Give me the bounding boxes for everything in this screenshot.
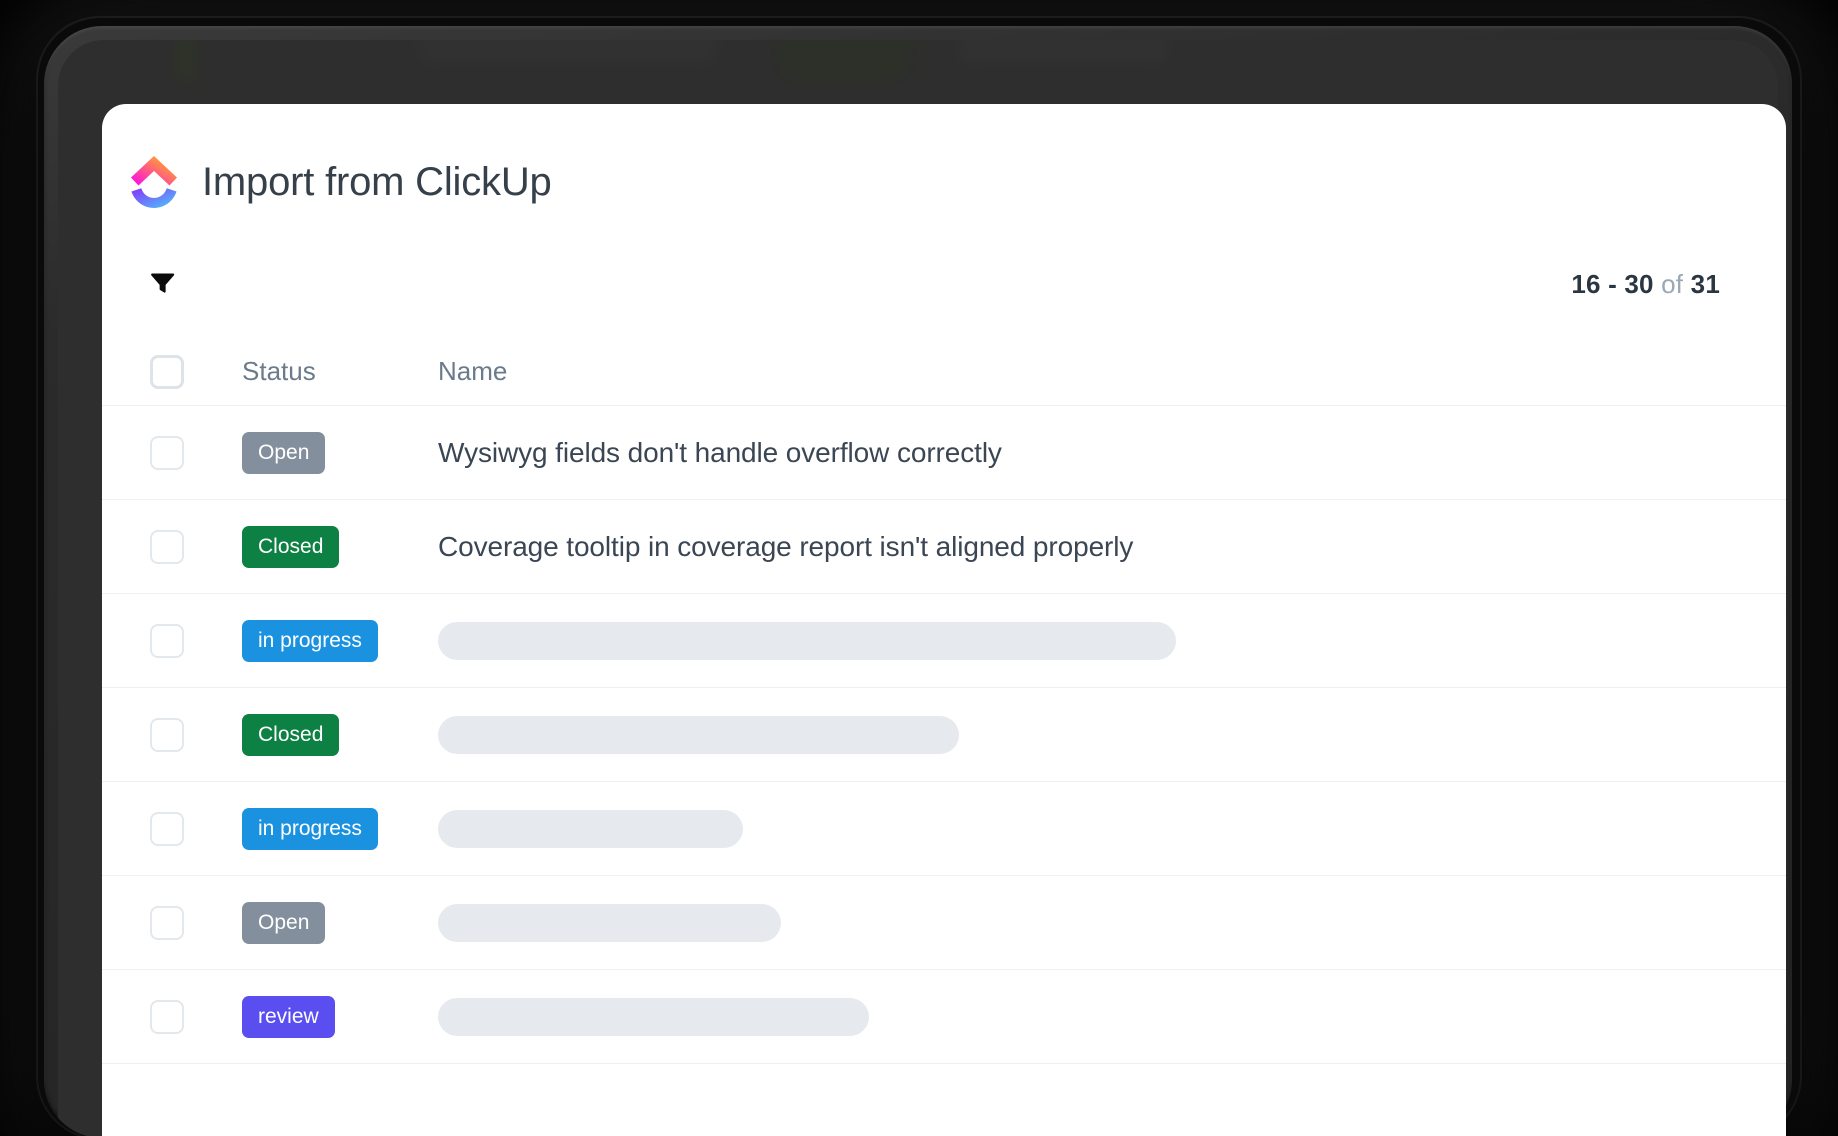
background-blur-element	[418, 40, 718, 64]
header-name-cell: Name	[430, 356, 1786, 387]
name-skeleton-placeholder	[438, 997, 869, 1036]
column-header-status[interactable]: Status	[242, 356, 316, 386]
row-name-cell	[430, 715, 1786, 754]
row-checkbox[interactable]	[150, 811, 184, 846]
table-body: Open Wysiwyg fields don't handle overflow…	[102, 406, 1786, 1064]
row-status-cell: Open	[230, 431, 430, 474]
pagination-total: 31	[1690, 268, 1720, 299]
row-name-cell	[430, 809, 1786, 848]
row-checkbox[interactable]	[150, 999, 184, 1034]
status-badge[interactable]: in progress	[242, 619, 378, 662]
select-all-checkbox[interactable]	[150, 354, 184, 389]
row-checkbox-cell	[102, 999, 230, 1034]
status-badge[interactable]: Closed	[242, 525, 340, 568]
row-checkbox[interactable]	[150, 529, 184, 564]
row-checkbox[interactable]	[150, 623, 184, 658]
row-checkbox-cell	[102, 623, 230, 658]
row-status-cell: in progress	[230, 807, 430, 850]
status-badge[interactable]: Closed	[242, 713, 340, 756]
background-blur-element	[778, 40, 910, 80]
table-row[interactable]: Open	[102, 876, 1786, 970]
table-row[interactable]: Closed	[102, 688, 1786, 782]
status-badge[interactable]: Open	[242, 901, 326, 944]
row-name-cell	[430, 997, 1786, 1036]
row-status-cell: Closed	[230, 525, 430, 568]
row-checkbox-cell	[102, 529, 230, 564]
table-row[interactable]: in progress	[102, 594, 1786, 688]
row-name-cell	[430, 621, 1786, 660]
import-dialog-card: Import from ClickUp 16 - 30 of 31 Status…	[102, 104, 1786, 1136]
clickup-logo-icon	[128, 154, 180, 210]
table-row[interactable]: Open Wysiwyg fields don't handle overflow…	[102, 406, 1786, 500]
row-name-cell	[430, 903, 1786, 942]
name-skeleton-placeholder	[438, 621, 1176, 660]
status-badge[interactable]: Open	[242, 431, 326, 474]
row-checkbox[interactable]	[150, 905, 184, 940]
table-row[interactable]: in progress	[102, 782, 1786, 876]
row-checkbox[interactable]	[150, 717, 184, 752]
row-name-cell: Coverage tooltip in coverage report isn'…	[430, 531, 1786, 563]
table-row[interactable]: Closed Coverage tooltip in coverage repor…	[102, 500, 1786, 594]
row-name-cell: Wysiwyg fields don't handle overflow cor…	[430, 437, 1786, 469]
table-toolbar: 16 - 30 of 31	[102, 210, 1786, 304]
name-skeleton-placeholder	[438, 715, 959, 754]
header-checkbox-cell	[102, 354, 230, 389]
filter-funnel-icon	[147, 267, 177, 302]
column-header-name[interactable]: Name	[438, 356, 507, 386]
row-checkbox-cell	[102, 435, 230, 470]
task-name: Wysiwyg fields don't handle overflow cor…	[438, 436, 1002, 468]
row-checkbox-cell	[102, 717, 230, 752]
row-checkbox-cell	[102, 905, 230, 940]
row-checkbox-cell	[102, 811, 230, 846]
name-skeleton-placeholder	[438, 903, 781, 942]
row-status-cell: in progress	[230, 619, 430, 662]
name-skeleton-placeholder	[438, 809, 743, 848]
row-checkbox[interactable]	[150, 435, 184, 470]
status-badge[interactable]: in progress	[242, 807, 378, 850]
pagination-status: 16 - 30 of 31	[1571, 269, 1720, 300]
pagination-separator: of	[1661, 268, 1684, 299]
row-status-cell: Open	[230, 901, 430, 944]
filter-button[interactable]	[140, 264, 184, 304]
tasks-table: Status Name Open Wysiwyg fields don't han…	[102, 338, 1786, 1064]
header-status-cell: Status	[230, 356, 430, 387]
screenshot-scene: Import from ClickUp 16 - 30 of 31 Status…	[0, 0, 1838, 1136]
status-badge[interactable]: review	[242, 995, 335, 1038]
task-name: Coverage tooltip in coverage report isn'…	[438, 530, 1134, 562]
page-title: Import from ClickUp	[202, 160, 552, 204]
row-status-cell: Closed	[230, 713, 430, 756]
row-status-cell: review	[230, 995, 430, 1038]
background-blur-element	[178, 40, 194, 82]
pagination-range: 16 - 30	[1571, 268, 1654, 299]
dialog-header: Import from ClickUp	[102, 104, 1786, 210]
background-blur-element	[958, 40, 1168, 64]
table-header-row: Status Name	[102, 338, 1786, 406]
table-row[interactable]: review	[102, 970, 1786, 1064]
